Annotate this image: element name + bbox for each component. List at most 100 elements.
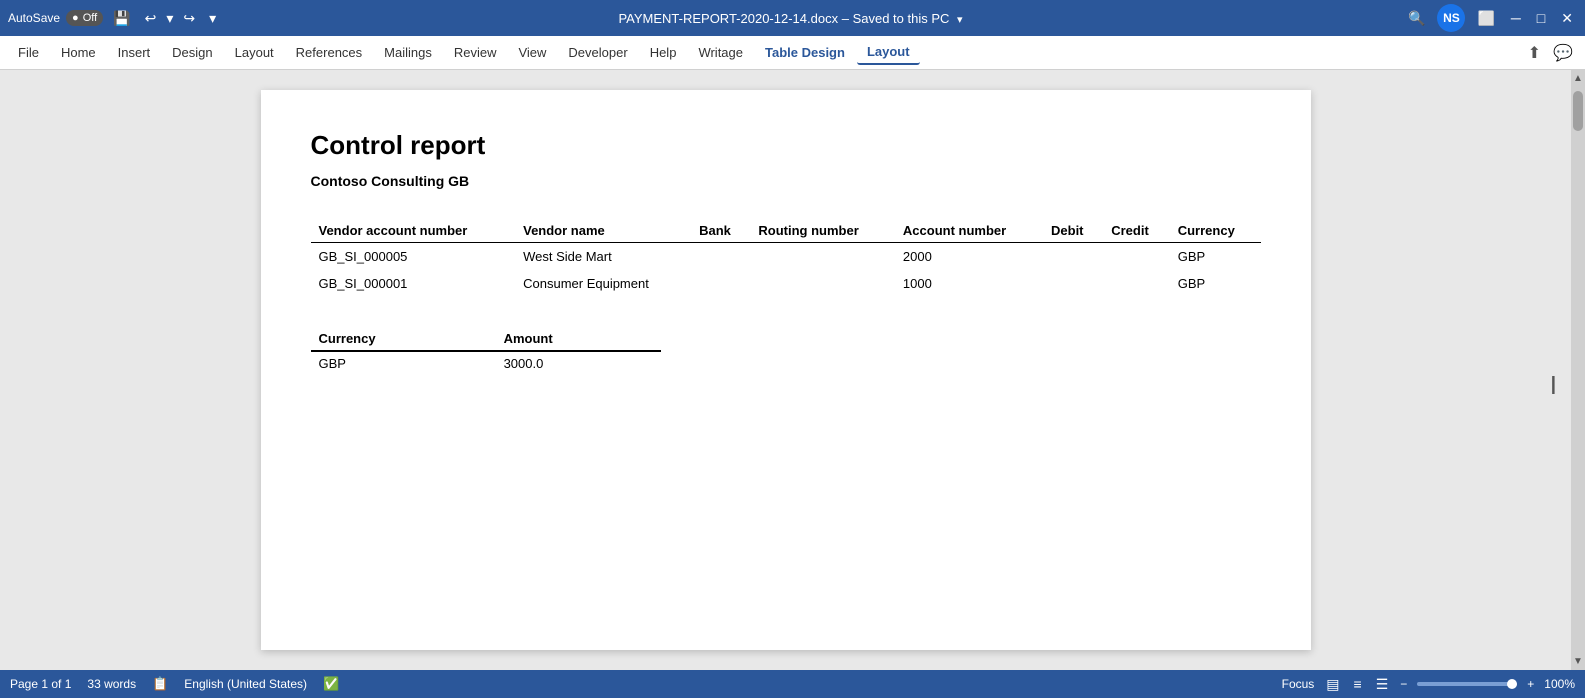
autosave-toggle[interactable]: ● Off [66, 10, 103, 26]
comments-button[interactable]: 💬 [1549, 41, 1577, 65]
search-button[interactable]: 🔍 [1404, 8, 1429, 29]
cell-credit-2 [1103, 270, 1170, 297]
ribbon-display-button[interactable]: ⬜ [1473, 8, 1498, 29]
save-status: Saved to this PC [853, 11, 950, 26]
view-mode-print[interactable]: ▤ [1324, 674, 1341, 695]
view-mode-outline[interactable]: ☰ [1374, 674, 1391, 695]
zoom-increase[interactable]: + [1527, 677, 1534, 691]
status-bar: Page 1 of 1 33 words 📋 English (United S… [0, 670, 1585, 698]
cell-credit-1 [1103, 243, 1170, 271]
cell-vendor-name-2: Consumer Equipment [515, 270, 691, 297]
summary-amount-value: 3000.0 [496, 351, 661, 375]
menu-layout[interactable]: Layout [225, 41, 284, 64]
title-bar-left: AutoSave ● Off 💾 ↩ ▾ ↪ ▾ [8, 8, 397, 29]
menu-review[interactable]: Review [444, 41, 507, 64]
minimize-button[interactable]: ─ [1507, 8, 1525, 28]
table-row: GB_SI_000001 Consumer Equipment 1000 GBP [311, 270, 1261, 297]
summary-header-row: Currency Amount [311, 327, 661, 351]
word-count: 33 words [87, 677, 136, 691]
title-bar-center: PAYMENT-REPORT-2020-12-14.docx – Saved t… [403, 11, 1182, 26]
customize-qat-button[interactable]: ▾ [205, 8, 220, 29]
document-title: Control report [311, 130, 1261, 161]
cell-account-2: 1000 [895, 270, 1043, 297]
toggle-circle: ● [72, 12, 79, 24]
zoom-slider-thumb[interactable] [1507, 679, 1517, 689]
menu-mailings[interactable]: Mailings [374, 41, 442, 64]
menu-view[interactable]: View [508, 41, 556, 64]
document-page[interactable]: Control report Contoso Consulting GB Ven… [261, 90, 1311, 650]
menu-developer[interactable]: Developer [558, 41, 637, 64]
accessibility-icon[interactable]: ✅ [323, 676, 339, 692]
zoom-decrease[interactable]: − [1400, 677, 1407, 691]
summary-section: Currency Amount GBP 3000.0 [311, 327, 1261, 375]
cell-bank-1 [691, 243, 750, 271]
status-bar-right: Focus ▤ ≡ ☰ − + 100% [1282, 674, 1575, 695]
zoom-percent[interactable]: 100% [1544, 677, 1575, 691]
cell-currency-1: GBP [1170, 243, 1261, 271]
autosave-label: AutoSave [8, 11, 60, 25]
share-button[interactable]: ⬆ [1524, 41, 1545, 65]
menu-design[interactable]: Design [162, 41, 222, 64]
close-button[interactable]: ✕ [1557, 8, 1577, 29]
scroll-thumb[interactable] [1573, 91, 1583, 131]
document-area[interactable]: Control report Contoso Consulting GB Ven… [0, 70, 1571, 670]
col-vendor-name: Vendor name [515, 219, 691, 243]
col-credit: Credit [1103, 219, 1170, 243]
cell-debit-2 [1043, 270, 1103, 297]
scroll-down-arrow[interactable]: ▼ [1573, 653, 1583, 670]
content-area: Control report Contoso Consulting GB Ven… [0, 70, 1585, 670]
col-routing-number: Routing number [750, 219, 895, 243]
focus-button[interactable]: Focus [1282, 677, 1315, 691]
zoom-slider[interactable] [1417, 682, 1517, 686]
cell-vendor-account-1: GB_SI_000005 [311, 243, 516, 271]
menu-writage[interactable]: Writage [688, 41, 753, 64]
cell-vendor-name-1: West Side Mart [515, 243, 691, 271]
cell-debit-1 [1043, 243, 1103, 271]
undo-redo-group: ↩ ▾ ↪ [141, 8, 200, 29]
cell-vendor-account-2: GB_SI_000001 [311, 270, 516, 297]
menu-layout2[interactable]: Layout [857, 40, 920, 65]
menu-right: ⬆ 💬 [1524, 41, 1577, 65]
col-vendor-account: Vendor account number [311, 219, 516, 243]
summary-currency-value: GBP [311, 351, 496, 375]
table-row: GB_SI_000005 West Side Mart 2000 GBP [311, 243, 1261, 271]
view-mode-web[interactable]: ≡ [1352, 674, 1364, 694]
summary-col-amount: Amount [496, 327, 661, 351]
text-cursor-indicator: I [1550, 370, 1557, 401]
menu-bar: File Home Insert Design Layout Reference… [0, 36, 1585, 70]
save-button[interactable]: 💾 [109, 8, 134, 29]
main-data-table: Vendor account number Vendor name Bank R… [311, 219, 1261, 297]
col-account-number: Account number [895, 219, 1043, 243]
title-bar-right: 🔍 NS ⬜ ─ □ ✕ [1188, 4, 1577, 32]
redo-button[interactable]: ↪ [179, 8, 199, 29]
col-debit: Debit [1043, 219, 1103, 243]
document-subtitle: Contoso Consulting GB [311, 173, 1261, 189]
page-info: Page 1 of 1 [10, 677, 71, 691]
document-name: PAYMENT-REPORT-2020-12-14.docx [618, 11, 838, 26]
menu-references[interactable]: References [286, 41, 372, 64]
table-header-row: Vendor account number Vendor name Bank R… [311, 219, 1261, 243]
menu-help[interactable]: Help [640, 41, 687, 64]
menu-home[interactable]: Home [51, 41, 106, 64]
menu-file[interactable]: File [8, 41, 49, 64]
summary-table: Currency Amount GBP 3000.0 [311, 327, 661, 375]
cell-bank-2 [691, 270, 750, 297]
proofread-icon[interactable]: 📋 [152, 676, 168, 692]
autosave-state: Off [83, 12, 97, 24]
cell-routing-2 [750, 270, 895, 297]
menu-table-design[interactable]: Table Design [755, 41, 855, 64]
save-location-dropdown[interactable]: ▾ [953, 12, 967, 28]
save-status-separator: – [842, 11, 853, 26]
user-avatar[interactable]: NS [1437, 4, 1465, 32]
summary-row: GBP 3000.0 [311, 351, 661, 375]
scroll-up-arrow[interactable]: ▲ [1573, 70, 1583, 87]
vertical-scrollbar[interactable]: ▲ ▼ [1571, 70, 1585, 670]
menu-insert[interactable]: Insert [108, 41, 161, 64]
undo-button[interactable]: ↩ [141, 8, 161, 29]
cell-account-1: 2000 [895, 243, 1043, 271]
maximize-button[interactable]: □ [1533, 8, 1549, 28]
title-bar: AutoSave ● Off 💾 ↩ ▾ ↪ ▾ PAYMENT-REPORT-… [0, 0, 1585, 36]
cell-currency-2: GBP [1170, 270, 1261, 297]
language[interactable]: English (United States) [184, 677, 307, 691]
undo-dropdown[interactable]: ▾ [162, 8, 177, 29]
